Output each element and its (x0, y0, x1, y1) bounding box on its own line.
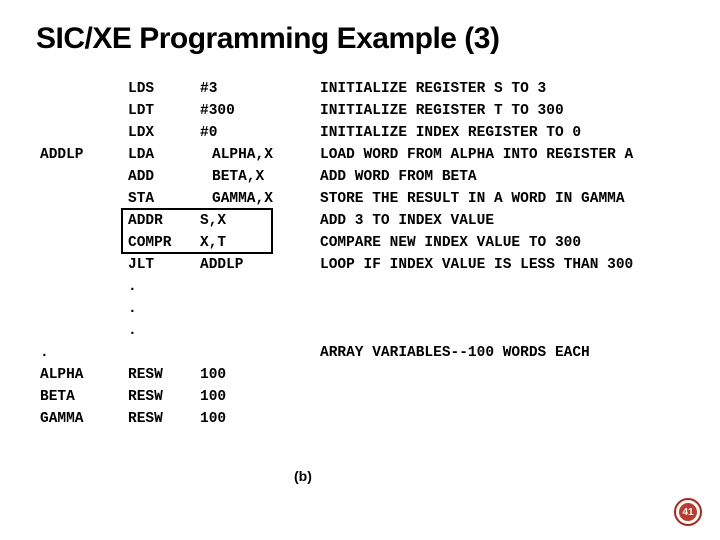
code-operand: #0 (200, 122, 320, 144)
code-row: LDT#300INITIALIZE REGISTER T TO 300 (40, 100, 633, 122)
code-label (40, 78, 128, 100)
code-comment: STORE THE RESULT IN A WORD IN GAMMA (320, 188, 625, 210)
code-mnemonic: . (128, 276, 200, 298)
code-mnemonic: LDS (128, 78, 200, 100)
code-mnemonic: . (128, 320, 200, 342)
code-row: BETARESW100 (40, 386, 633, 408)
code-comment: LOOP IF INDEX VALUE IS LESS THAN 300 (320, 254, 633, 276)
code-comment: INITIALIZE INDEX REGISTER TO 0 (320, 122, 581, 144)
code-mnemonic: ADD (128, 166, 200, 188)
code-row: . (40, 276, 633, 298)
code-operand: BETA,X (200, 166, 320, 188)
code-label (40, 210, 128, 232)
code-mnemonic: LDT (128, 100, 200, 122)
code-operand (200, 276, 320, 298)
page-number-badge: 41 (674, 498, 702, 526)
code-operand: X,T (200, 232, 320, 254)
code-operand: ALPHA,X (200, 144, 320, 166)
code-listing: LDS#3INITIALIZE REGISTER S TO 3LDT#300IN… (40, 78, 633, 430)
code-operand: #300 (200, 100, 320, 122)
code-mnemonic: JLT (128, 254, 200, 276)
code-label (40, 298, 128, 320)
page-title: SIC/XE Programming Example (3) (36, 22, 499, 56)
code-comment: INITIALIZE REGISTER S TO 3 (320, 78, 546, 100)
code-operand: 100 (200, 408, 320, 430)
code-mnemonic: RESW (128, 386, 200, 408)
code-row: . (40, 298, 633, 320)
code-row: STAGAMMA,XSTORE THE RESULT IN A WORD IN … (40, 188, 633, 210)
code-row: ADDRS,XADD 3 TO INDEX VALUE (40, 210, 633, 232)
figure-sublabel: (b) (294, 468, 312, 484)
code-row: . (40, 320, 633, 342)
code-label: . (40, 342, 128, 364)
code-comment: ADD 3 TO INDEX VALUE (320, 210, 494, 232)
code-row: ADDBETA,XADD WORD FROM BETA (40, 166, 633, 188)
code-mnemonic: ADDR (128, 210, 200, 232)
code-mnemonic: COMPR (128, 232, 200, 254)
code-comment: LOAD WORD FROM ALPHA INTO REGISTER A (320, 144, 633, 166)
code-label (40, 100, 128, 122)
code-label: ADDLP (40, 144, 128, 166)
code-operand (200, 298, 320, 320)
code-comment: INITIALIZE REGISTER T TO 300 (320, 100, 564, 122)
code-label (40, 320, 128, 342)
code-row: . ARRAY VARIABLES--100 WORDS EACH (40, 342, 633, 364)
code-comment: ARRAY VARIABLES--100 WORDS EACH (320, 342, 590, 364)
code-label (40, 166, 128, 188)
code-comment: ADD WORD FROM BETA (320, 166, 477, 188)
code-label: GAMMA (40, 408, 128, 430)
code-row: COMPRX,TCOMPARE NEW INDEX VALUE TO 300 (40, 232, 633, 254)
code-operand: #3 (200, 78, 320, 100)
code-operand (200, 320, 320, 342)
code-mnemonic: RESW (128, 408, 200, 430)
code-label (40, 254, 128, 276)
code-comment: COMPARE NEW INDEX VALUE TO 300 (320, 232, 581, 254)
code-mnemonic: STA (128, 188, 200, 210)
code-mnemonic: RESW (128, 364, 200, 386)
code-operand: 100 (200, 364, 320, 386)
code-label: BETA (40, 386, 128, 408)
code-row: ADDLPLDAALPHA,XLOAD WORD FROM ALPHA INTO… (40, 144, 633, 166)
code-operand: 100 (200, 386, 320, 408)
code-row: LDX#0INITIALIZE INDEX REGISTER TO 0 (40, 122, 633, 144)
code-row: ALPHARESW100 (40, 364, 633, 386)
code-mnemonic: LDX (128, 122, 200, 144)
code-label: ALPHA (40, 364, 128, 386)
code-row: LDS#3INITIALIZE REGISTER S TO 3 (40, 78, 633, 100)
code-mnemonic (128, 342, 200, 364)
code-row: JLTADDLPLOOP IF INDEX VALUE IS LESS THAN… (40, 254, 633, 276)
code-label (40, 188, 128, 210)
code-label (40, 232, 128, 254)
code-mnemonic: LDA (128, 144, 200, 166)
code-operand: ADDLP (200, 254, 320, 276)
code-operand: S,X (200, 210, 320, 232)
code-label (40, 276, 128, 298)
code-mnemonic: . (128, 298, 200, 320)
page-number: 41 (679, 503, 697, 521)
code-operand (200, 342, 320, 364)
code-row: GAMMARESW100 (40, 408, 633, 430)
code-operand: GAMMA,X (200, 188, 320, 210)
code-label (40, 122, 128, 144)
